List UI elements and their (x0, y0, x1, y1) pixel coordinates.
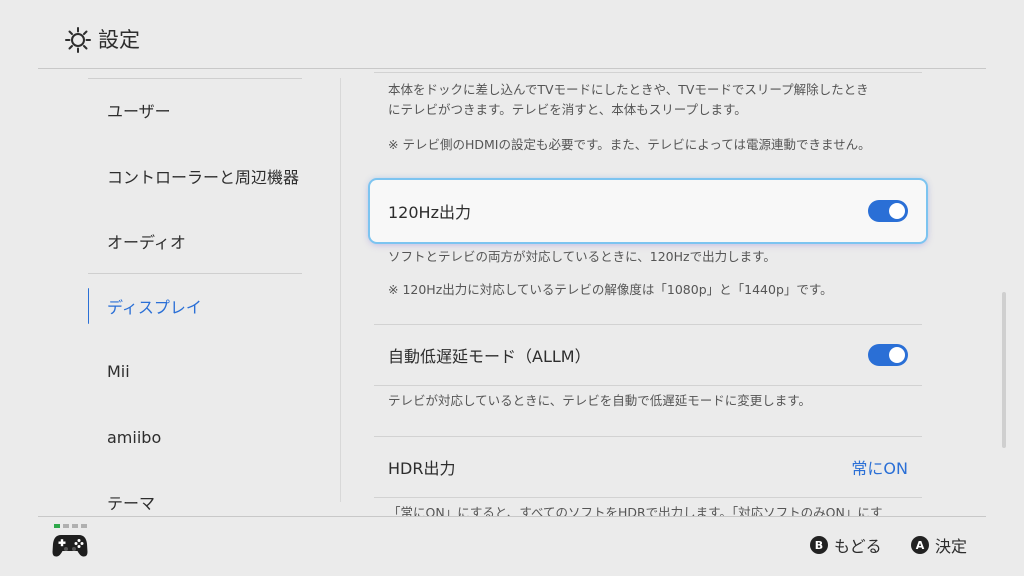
content-divider (374, 385, 922, 386)
allm-label: 自動低遅延モード（ALLM） (388, 347, 591, 366)
tv-power-note: ※ テレビ側のHDMIの設定も必要です。また、テレビによっては電源連動できません… (388, 137, 871, 152)
gamepad-icon (52, 535, 88, 557)
hz120-row[interactable]: 120Hz出力 (370, 180, 926, 242)
sidebar-divider (88, 78, 302, 79)
sidebar-item-controllers[interactable]: コントローラーと周辺機器 (88, 150, 302, 202)
hdr-description: 「常にON」にすると、すべてのソフトをHDRで出力します。「対応ソフトのみON」… (388, 505, 883, 517)
allm-row[interactable]: 自動低遅延モード（ALLM） (374, 327, 922, 383)
player-led (54, 524, 60, 528)
toggle-knob (889, 347, 905, 363)
content-divider (374, 436, 922, 437)
hz120-note: ※ 120Hz出力に対応しているテレビの解像度は「1080p」と「1440p」で… (388, 282, 833, 297)
active-indicator (88, 288, 89, 324)
player-led (81, 524, 87, 528)
sidebar-item-users[interactable]: ユーザー (88, 84, 302, 136)
footer-divider (38, 516, 986, 517)
sidebar-item-amiibo[interactable]: amiibo (88, 411, 302, 463)
tv-power-description: 本体をドックに差し込んでTVモードにしたときや、TVモードでスリープ解除したとき… (388, 80, 918, 120)
sidebar-item-label: オーディオ (107, 233, 186, 252)
description-line: 本体をドックに差し込んでTVモードにしたときや、TVモードでスリープ解除したとき (388, 82, 869, 97)
player-indicator (54, 524, 87, 528)
b-button-icon: B (810, 536, 828, 554)
allm-description: テレビが対応しているときに、テレビを自動で低遅延モードに変更します。 (388, 393, 812, 408)
panel-divider (340, 78, 341, 502)
gear-icon (65, 27, 91, 53)
player-led (63, 524, 69, 528)
sidebar: ユーザー コントローラーと周辺機器 オーディオ ディスプレイ Mii amiib… (88, 69, 302, 517)
header: 設定 (0, 0, 1024, 68)
back-label: もどる (834, 537, 882, 556)
sidebar-item-label: ディスプレイ (107, 298, 202, 317)
hz120-label: 120Hz出力 (388, 203, 471, 222)
page-title: 設定 (98, 28, 140, 52)
back-button[interactable]: B もどる (810, 533, 882, 557)
content-divider (374, 72, 922, 73)
sidebar-item-label: Mii (107, 361, 130, 381)
sidebar-item-label: コントローラーと周辺機器 (107, 168, 300, 187)
content-divider (374, 497, 922, 498)
player-led (72, 524, 78, 528)
allm-toggle[interactable] (868, 344, 908, 366)
confirm-button[interactable]: A 決定 (911, 533, 967, 557)
sidebar-item-audio[interactable]: オーディオ (88, 215, 302, 267)
hz120-description: ソフトとテレビの両方が対応しているときに、120Hzで出力します。 (388, 249, 776, 264)
sidebar-item-label: ユーザー (107, 102, 171, 121)
toggle-knob (889, 203, 905, 219)
confirm-label: 決定 (935, 537, 968, 556)
sidebar-item-label: テーマ (107, 494, 156, 513)
description-line: にテレビがつきます。テレビを消すと、本体もスリープします。 (388, 102, 747, 117)
a-button-icon: A (911, 536, 929, 554)
settings-content: 本体をドックに差し込んでTVモードにしたときや、TVモードでスリープ解除したとき… (374, 69, 922, 517)
sidebar-item-display[interactable]: ディスプレイ (88, 280, 302, 332)
sidebar-item-label: amiibo (107, 427, 162, 447)
hdr-label: HDR出力 (388, 459, 456, 478)
sidebar-item-mii[interactable]: Mii (88, 345, 302, 397)
hdr-value: 常にON (851, 459, 908, 478)
sidebar-item-theme[interactable]: テーマ (88, 476, 302, 517)
content-divider (374, 324, 922, 325)
hdr-row[interactable]: HDR出力 常にON (374, 439, 922, 495)
scrollbar[interactable] (1002, 292, 1006, 448)
sidebar-divider (88, 273, 302, 274)
hz120-toggle[interactable] (868, 200, 908, 222)
